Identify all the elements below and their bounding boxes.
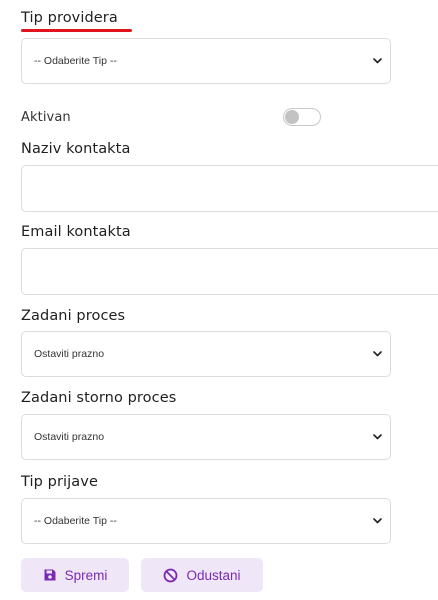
default-storno-process-label: Zadani storno proces [21, 390, 177, 406]
registration-type-selected-value: -- Odaberite Tip -- [34, 515, 117, 527]
chevron-down-icon [372, 516, 382, 526]
default-process-label: Zadani proces [21, 308, 126, 324]
contact-email-label: Email kontakta [21, 224, 131, 240]
chevron-down-icon [372, 432, 382, 442]
prohibited-icon [163, 568, 178, 583]
cancel-button[interactable]: Odustani [141, 558, 263, 592]
contact-name-input[interactable] [21, 165, 438, 212]
registration-type-label: Tip prijave [21, 474, 98, 490]
floppy-disk-icon [43, 568, 57, 582]
save-button-label: Spremi [64, 567, 108, 583]
active-field-underline [21, 29, 132, 32]
provider-type-label: Tip providera [21, 10, 118, 26]
chevron-down-icon [372, 56, 382, 66]
provider-form: Tip providera -- Odaberite Tip -- Aktiva… [0, 0, 438, 600]
toggle-knob [285, 110, 299, 124]
save-button[interactable]: Spremi [21, 558, 129, 592]
registration-type-select[interactable]: -- Odaberite Tip -- [21, 498, 391, 544]
contact-email-input[interactable] [21, 248, 438, 295]
active-label: Aktivan [21, 110, 71, 125]
provider-type-selected-value: -- Odaberite Tip -- [34, 55, 117, 67]
default-storno-process-selected-value: Ostaviti prazno [34, 431, 105, 443]
default-storno-process-select[interactable]: Ostaviti prazno [21, 414, 391, 460]
contact-name-label: Naziv kontakta [21, 141, 131, 157]
active-toggle[interactable] [283, 108, 321, 126]
default-process-select[interactable]: Ostaviti prazno [21, 331, 391, 377]
provider-type-select[interactable]: -- Odaberite Tip -- [21, 38, 391, 84]
chevron-down-icon [372, 349, 382, 359]
cancel-button-label: Odustani [186, 567, 241, 583]
default-process-selected-value: Ostaviti prazno [34, 348, 105, 360]
